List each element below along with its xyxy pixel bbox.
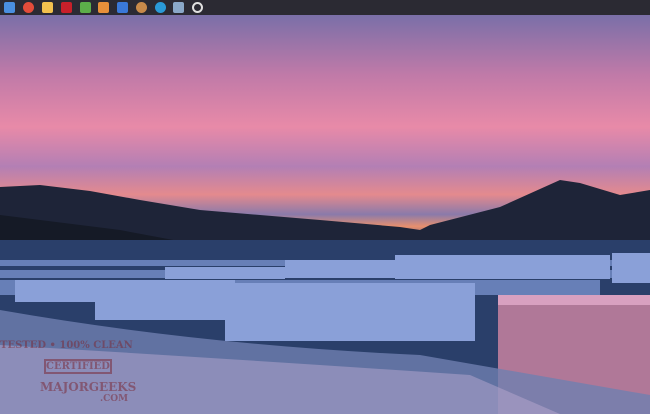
settings-icon[interactable] [192,2,203,13]
windows-start-icon[interactable] [4,2,15,13]
file-explorer-icon[interactable] [42,2,53,13]
edge-icon[interactable] [155,2,166,13]
filezilla-icon[interactable] [61,2,72,13]
notepad-plus-icon[interactable] [173,2,184,13]
notepad-icon[interactable] [80,2,91,13]
cookie-app-icon[interactable] [136,2,147,13]
chrome-icon[interactable] [23,2,34,13]
app-icon[interactable] [98,2,109,13]
outlook-icon[interactable] [117,2,128,13]
majorgeeks-watermark: TESTED • 100% CLEAN CERTIFIED MAJORGEEKS… [0,340,137,404]
taskbar [0,0,650,15]
